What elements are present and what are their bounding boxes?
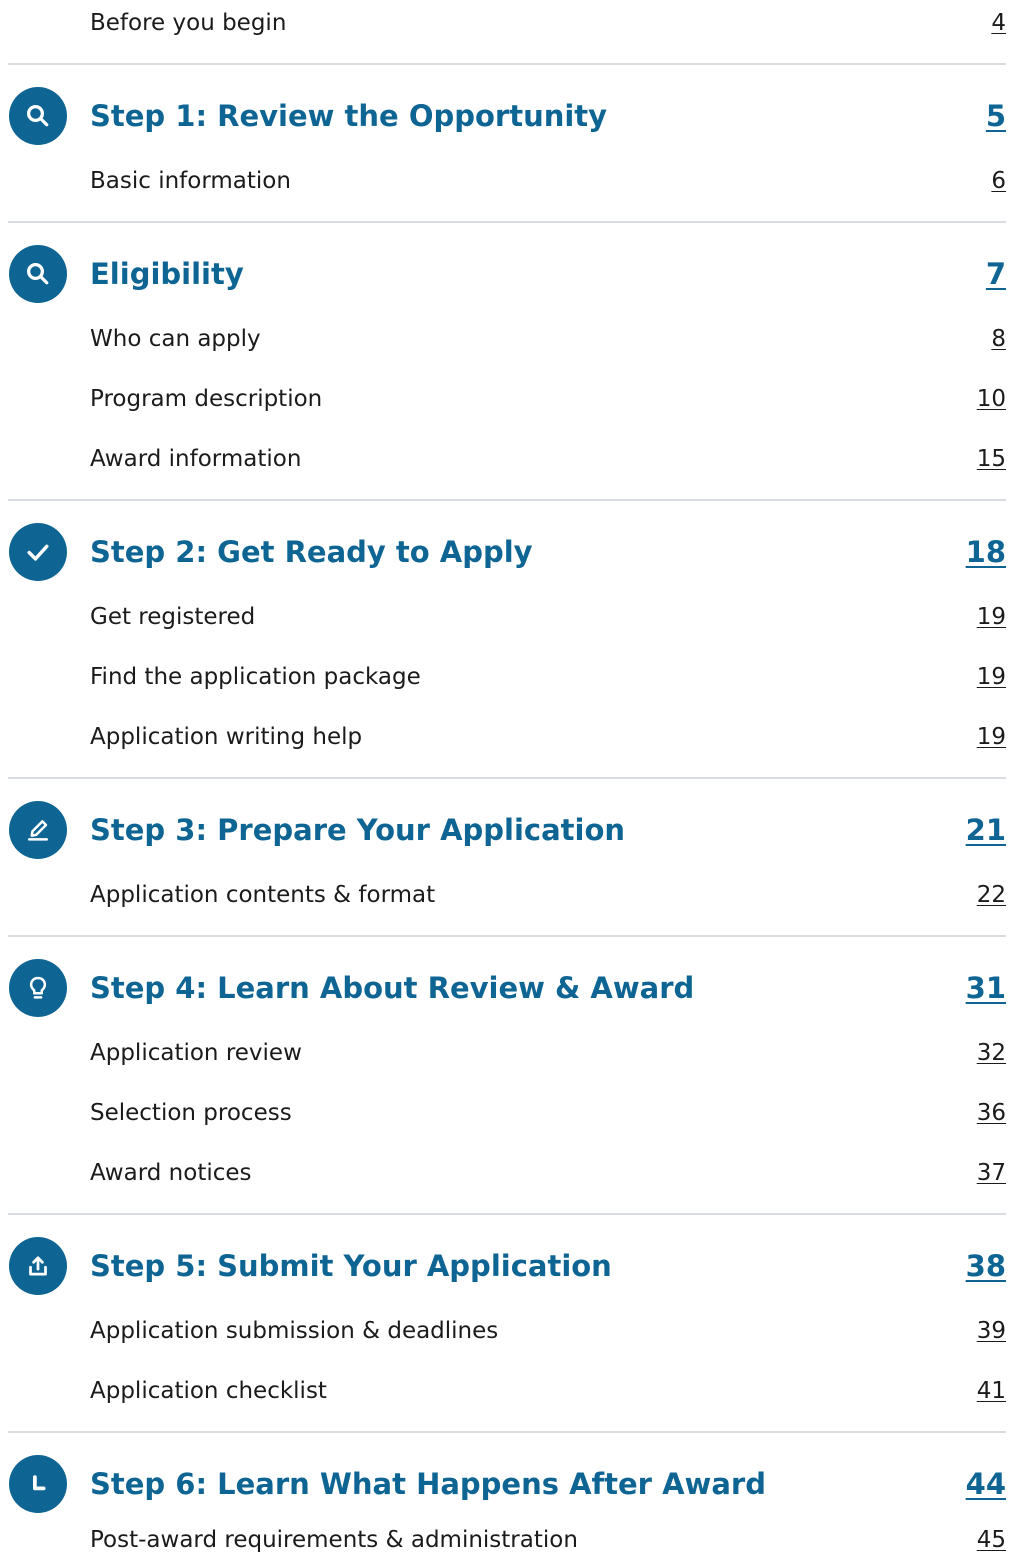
toc-page-link[interactable]: 6 [991, 168, 1006, 194]
toc-page-link[interactable]: 44 [966, 1467, 1006, 1501]
toc-item-find-application-package[interactable]: Find the application package 19 [90, 655, 1006, 699]
toc-item-label: Who can apply [90, 326, 261, 352]
toc-page-link[interactable]: 15 [977, 446, 1006, 472]
section-title: Step 4: Learn About Review & Award [90, 971, 695, 1005]
table-of-contents: Before you begin 4 Step 1: Review the Op… [0, 0, 1013, 1562]
toc-page-link[interactable]: 19 [977, 604, 1006, 630]
toc-item-selection-process[interactable]: Selection process 36 [90, 1091, 1006, 1135]
section-divider [8, 221, 1006, 223]
toc-item-award-information[interactable]: Award information 15 [90, 437, 1006, 481]
section-divider [8, 1213, 1006, 1215]
toc-page-link[interactable]: 4 [991, 10, 1006, 36]
toc-page-link[interactable]: 36 [977, 1100, 1006, 1126]
toc-section-step-5[interactable]: Step 5: Submit Your Application 38 [90, 1240, 1006, 1292]
toc-item-application-submission-deadlines[interactable]: Application submission & deadlines 39 [90, 1309, 1006, 1353]
section-title: Step 1: Review the Opportunity [90, 99, 608, 133]
pencil-icon [9, 801, 67, 859]
toc-page-link[interactable]: 7 [986, 257, 1006, 291]
section-divider [8, 1431, 1006, 1433]
section-title: Step 5: Submit Your Application [90, 1249, 612, 1283]
toc-item-label: Application review [90, 1040, 302, 1066]
toc-item-label: Award notices [90, 1160, 252, 1186]
search-icon [9, 87, 67, 145]
toc-item-label: Award information [90, 446, 302, 472]
section-divider [8, 935, 1006, 937]
toc-item-label: Basic information [90, 168, 291, 194]
clock-icon [9, 1455, 67, 1513]
section-divider [8, 777, 1006, 779]
toc-item-label: Post-award requirements & administration [90, 1527, 578, 1553]
toc-section-step-1[interactable]: Step 1: Review the Opportunity 5 [90, 90, 1006, 142]
toc-item-label: Program description [90, 386, 323, 412]
toc-item-label: Selection process [90, 1100, 292, 1126]
toc-page-link[interactable]: 45 [977, 1527, 1006, 1553]
toc-page-link[interactable]: 41 [977, 1378, 1006, 1404]
section-title: Step 6: Learn What Happens After Award [90, 1467, 766, 1501]
toc-item-label: Before you begin [90, 10, 287, 36]
toc-page-link[interactable]: 22 [977, 882, 1006, 908]
toc-page-link[interactable]: 37 [977, 1160, 1006, 1186]
toc-section-eligibility[interactable]: Eligibility 7 [90, 248, 1006, 300]
toc-item-label: Application contents & format [90, 882, 436, 908]
toc-item-post-award-requirements[interactable]: Post-award requirements & administration… [90, 1518, 1006, 1562]
toc-section-step-6[interactable]: Step 6: Learn What Happens After Award 4… [90, 1458, 1006, 1510]
toc-section-step-2[interactable]: Step 2: Get Ready to Apply 18 [90, 526, 1006, 578]
toc-item-label: Application submission & deadlines [90, 1318, 499, 1344]
checkmark-icon [9, 523, 67, 581]
toc-item-label: Application checklist [90, 1378, 327, 1404]
toc-page-link[interactable]: 18 [966, 535, 1006, 569]
toc-item-application-contents-format[interactable]: Application contents & format 22 [90, 873, 1006, 917]
toc-item-program-description[interactable]: Program description 10 [90, 377, 1006, 421]
toc-item-application-writing-help[interactable]: Application writing help 19 [90, 715, 1006, 759]
lightbulb-icon [9, 959, 67, 1017]
upload-icon [9, 1237, 67, 1295]
toc-page-link[interactable]: 19 [977, 724, 1006, 750]
toc-item-label: Get registered [90, 604, 256, 630]
toc-item-application-checklist[interactable]: Application checklist 41 [90, 1369, 1006, 1413]
search-icon [9, 245, 67, 303]
toc-page-link[interactable]: 32 [977, 1040, 1006, 1066]
toc-page-link[interactable]: 31 [966, 971, 1006, 1005]
toc-page-link[interactable]: 8 [991, 326, 1006, 352]
section-divider [8, 63, 1006, 65]
toc-page-link[interactable]: 21 [966, 813, 1006, 847]
toc-item-who-can-apply[interactable]: Who can apply 8 [90, 317, 1006, 361]
toc-section-step-3[interactable]: Step 3: Prepare Your Application 21 [90, 804, 1006, 856]
toc-page-link[interactable]: 19 [977, 664, 1006, 690]
toc-item-award-notices[interactable]: Award notices 37 [90, 1151, 1006, 1195]
toc-page-link[interactable]: 39 [977, 1318, 1006, 1344]
section-title: Eligibility [90, 257, 244, 291]
toc-item-get-registered[interactable]: Get registered 19 [90, 595, 1006, 639]
toc-section-step-4[interactable]: Step 4: Learn About Review & Award 31 [90, 962, 1006, 1014]
section-title: Step 3: Prepare Your Application [90, 813, 626, 847]
toc-item-label: Find the application package [90, 664, 421, 690]
section-title: Step 2: Get Ready to Apply [90, 535, 533, 569]
toc-item-before-you-begin[interactable]: Before you begin 4 [90, 1, 1006, 45]
toc-item-label: Application writing help [90, 724, 363, 750]
toc-item-basic-information[interactable]: Basic information 6 [90, 159, 1006, 203]
toc-page-link[interactable]: 5 [986, 99, 1006, 133]
toc-item-application-review[interactable]: Application review 32 [90, 1031, 1006, 1075]
section-divider [8, 499, 1006, 501]
toc-page-link[interactable]: 38 [966, 1249, 1006, 1283]
toc-page-link[interactable]: 10 [977, 386, 1006, 412]
